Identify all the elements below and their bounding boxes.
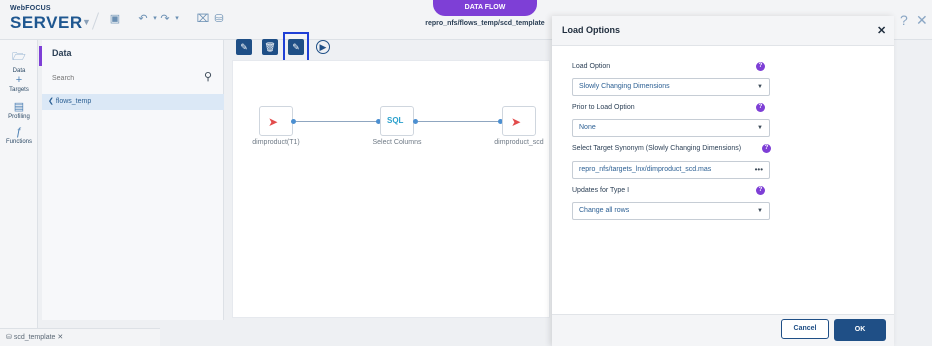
- plus-icon: +: [15, 74, 23, 86]
- flow-node-target[interactable]: ➤: [502, 106, 536, 136]
- data-flow-tab: DATA FLOW: [433, 0, 537, 16]
- dialog-title: Load Options: [562, 25, 620, 35]
- field-label: Load Option: [572, 63, 611, 70]
- more-icon[interactable]: •••: [755, 162, 763, 178]
- chevron-left-icon: ❮: [48, 98, 56, 105]
- help-icon[interactable]: ?: [900, 12, 908, 28]
- prior-load-option-select[interactable]: None ▼: [572, 119, 770, 137]
- flow-node-source[interactable]: ➤: [259, 106, 293, 136]
- select-value: Change all rows: [579, 207, 630, 214]
- cancel-button[interactable]: Cancel: [781, 319, 829, 339]
- database-icon[interactable]: ⛁: [212, 12, 226, 26]
- tree-item-label: flows_temp: [55, 98, 92, 105]
- function-icon: ƒ: [15, 126, 23, 138]
- save-icon[interactable]: ▣: [108, 12, 122, 26]
- ok-button[interactable]: OK: [834, 319, 886, 341]
- flow-node-sql[interactable]: SQL: [380, 106, 414, 136]
- selection-highlight: [283, 32, 309, 62]
- search-icon[interactable]: ⚲: [204, 70, 212, 83]
- dialog-header: Load Options ✕: [552, 16, 894, 46]
- database-icon: ⛁: [6, 334, 14, 341]
- delete-button[interactable]: 🗑: [262, 39, 278, 55]
- nav-item-label: Targets: [9, 87, 29, 93]
- document-tab-label: scd_template: [13, 334, 56, 341]
- node-label: dimproduct(T1): [252, 139, 300, 146]
- flow-canvas[interactable]: ➤ SQL ➤ dimproduct(T1) Select Columns di…: [232, 60, 550, 318]
- close-icon[interactable]: ✕: [55, 334, 63, 341]
- search-input[interactable]: [52, 70, 214, 86]
- sql-badge: SQL: [387, 116, 404, 125]
- load-options-dialog: Load Options ✕ Load Option ? Slowly Chan…: [552, 16, 894, 346]
- select-value: Slowly Changing Dimensions: [579, 83, 670, 90]
- redo-dropdown-icon[interactable]: ▾: [170, 12, 184, 26]
- chart-icon: ▤: [13, 101, 25, 113]
- field-label: Updates for Type I: [572, 187, 630, 194]
- calendar-icon[interactable]: ⌧: [196, 12, 210, 26]
- left-nav: 🗁 Data + Targets ▤ Profiling ƒ Functions: [0, 40, 38, 346]
- help-icon[interactable]: ?: [756, 186, 765, 195]
- field-label: Prior to Load Option: [572, 104, 635, 111]
- field-label: Select Target Synonym (Slowly Changing D…: [572, 145, 742, 152]
- flow-path: repro_nfs/flows_temp/scd_template: [425, 20, 545, 27]
- node-label: dimproduct_scd: [494, 139, 544, 146]
- node-label: Select Columns: [372, 139, 422, 146]
- folder-icon: 🗁: [12, 51, 26, 63]
- field-value: repro_nfs/targets_lnx/dimproduct_scd.mas: [579, 166, 712, 173]
- run-button[interactable]: ▶: [316, 40, 330, 54]
- nav-item-profiling[interactable]: ▤ Profiling: [0, 100, 38, 120]
- add-node-button[interactable]: ✎: [236, 39, 252, 55]
- nav-item-targets[interactable]: + Targets: [0, 74, 38, 93]
- nav-item-label: Profiling: [8, 114, 30, 120]
- help-icon[interactable]: ?: [756, 103, 765, 112]
- close-icon[interactable]: ✕: [916, 12, 928, 29]
- data-panel-title: Data: [52, 48, 72, 58]
- nav-item-functions[interactable]: ƒ Functions: [0, 126, 38, 145]
- chevron-down-icon: ▼: [757, 208, 763, 214]
- data-panel: Data ❮ flows_temp: [42, 40, 224, 320]
- nav-item-label: Functions: [5, 139, 32, 145]
- flow-edge: [296, 121, 378, 122]
- close-icon[interactable]: ✕: [877, 24, 886, 37]
- help-icon[interactable]: ?: [762, 144, 771, 153]
- chevron-down-icon: ▼: [757, 125, 763, 131]
- target-synonym-field[interactable]: repro_nfs/targets_lnx/dimproduct_scd.mas…: [572, 161, 770, 179]
- help-icon[interactable]: ?: [756, 62, 765, 71]
- app-window: WebFOCUS SERVER ▼ ▣ ↶ ▾ ↷ ▾ ⌧ ⛁ DATA FLO…: [0, 0, 932, 346]
- document-tab[interactable]: ⛁ scd_template ✕: [0, 328, 160, 346]
- brand-small: WebFOCUS: [10, 5, 51, 12]
- nav-item-data[interactable]: 🗁 Data: [0, 48, 38, 74]
- source-icon: ➤: [268, 115, 279, 129]
- tree-item-flows-temp[interactable]: ❮ flows_temp: [42, 94, 224, 110]
- type1-updates-select[interactable]: Change all rows ▼: [572, 202, 770, 220]
- select-value: None: [579, 124, 596, 131]
- chevron-down-icon: ▼: [757, 84, 763, 90]
- flow-edge: [418, 121, 500, 122]
- target-icon: ➤: [511, 115, 522, 129]
- load-option-select[interactable]: Slowly Changing Dimensions ▼: [572, 78, 770, 96]
- brand-name: SERVER: [10, 13, 83, 32]
